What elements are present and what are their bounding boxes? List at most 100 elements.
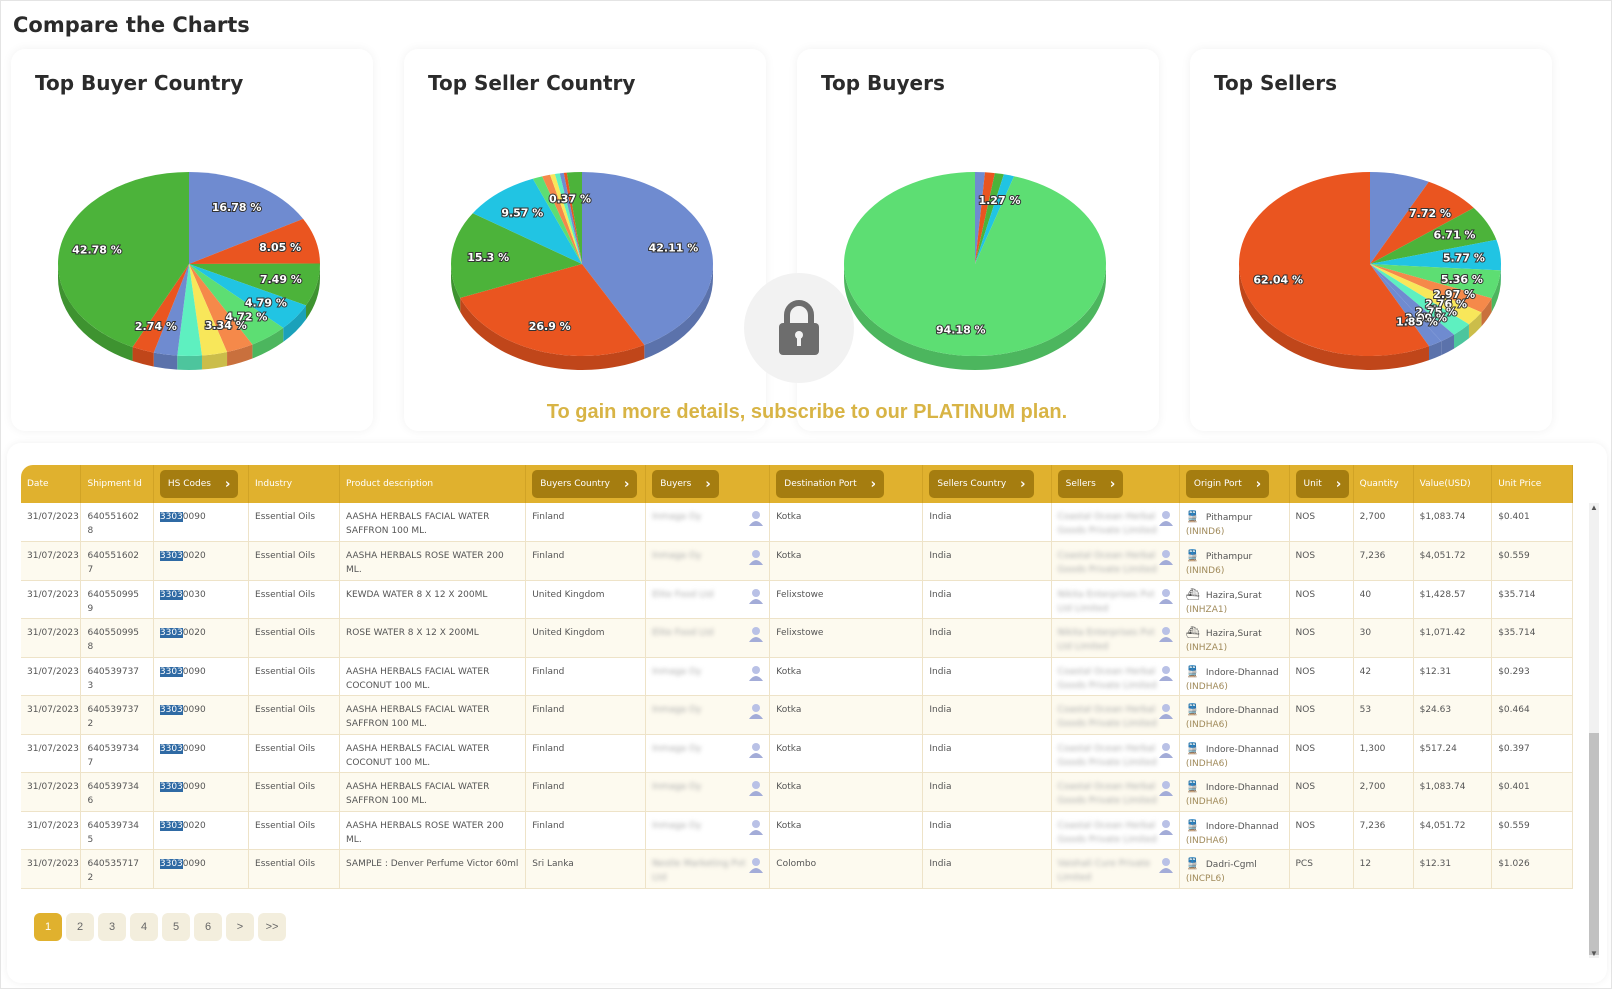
- table-row[interactable]: 31/07/2023 640539737 3 33030090 Essential O…: [21, 657, 1573, 696]
- page-button[interactable]: 3: [98, 913, 126, 941]
- seller-name-blurred[interactable]: Nikita Enterprises Pvt Ltd Limited: [1058, 590, 1155, 614]
- seller-avatar-icon[interactable]: [1158, 588, 1173, 604]
- scroll-up-arrow-icon[interactable]: ▲: [1590, 503, 1598, 512]
- buyer-avatar-icon[interactable]: [749, 780, 764, 796]
- chart-card-top-buyer-country: Top Buyer Country 16.78 % 8.05 % 7.49 % 4.7…: [11, 49, 373, 431]
- column-header[interactable]: Buyers ›: [645, 465, 771, 503]
- seller-avatar-icon[interactable]: [1158, 703, 1173, 719]
- pie-data-label: 16.78 %: [212, 201, 262, 214]
- next-page-button[interactable]: >: [226, 913, 254, 941]
- seller-name-blurred[interactable]: Nikita Enterprises Pvt Ltd Limited: [1058, 628, 1155, 652]
- scroll-down-arrow-icon[interactable]: ▼: [1590, 949, 1598, 958]
- buyer-avatar-icon[interactable]: [749, 626, 764, 642]
- buyer-name-blurred[interactable]: Inmaga Oy: [652, 705, 701, 715]
- seller-avatar-icon[interactable]: [1158, 742, 1173, 758]
- product-description-cell: SAMPLE : Denver Perfume Victor 60ml: [339, 849, 527, 889]
- column-filter-button[interactable]: Origin Port ›: [1185, 470, 1270, 498]
- seller-name-blurred[interactable]: Coastal Ocean Herbal Goods Private Limit…: [1058, 782, 1157, 806]
- value-usd-cell: $1,428.57: [1413, 580, 1493, 619]
- page-button[interactable]: 6: [194, 913, 222, 941]
- seller-avatar-icon[interactable]: [1158, 780, 1173, 796]
- page-button[interactable]: 2: [66, 913, 94, 941]
- column-filter-button[interactable]: HS Codes ›: [159, 470, 239, 498]
- page-button[interactable]: 5: [162, 913, 190, 941]
- upsell-message[interactable]: To gain more details, subscribe to our P…: [1, 401, 1612, 424]
- origin-port-code: (INDHA6): [1185, 797, 1228, 807]
- seller-avatar-icon[interactable]: [1158, 510, 1173, 526]
- column-header[interactable]: HS Codes ›: [153, 465, 250, 503]
- scroll-thumb[interactable]: [1589, 733, 1599, 955]
- table-row[interactable]: 31/07/2023 640551602 7 33030020 Essential O…: [21, 541, 1573, 581]
- buyer-avatar-icon[interactable]: [749, 857, 764, 873]
- table-row[interactable]: 31/07/2023 640550995 8 33030020 Essential O…: [21, 618, 1573, 658]
- seller-avatar-icon[interactable]: [1158, 665, 1173, 681]
- buyer-name-blurred[interactable]: Inmaga Oy: [652, 512, 701, 522]
- buyer-name-blurred[interactable]: Inmaga Oy: [652, 551, 701, 561]
- column-header: Value(USD): [1413, 465, 1493, 503]
- seller-name-blurred[interactable]: Coastal Ocean Herbal Goods Private Limit…: [1058, 744, 1157, 768]
- column-filter-button[interactable]: Sellers Country ›: [929, 470, 1034, 498]
- table-row[interactable]: 31/07/2023 640539737 2 33030090 Essential O…: [21, 695, 1573, 735]
- table-row[interactable]: 31/07/2023 640539734 5 33030020 Essential O…: [21, 811, 1573, 850]
- buyer-avatar-icon[interactable]: [749, 549, 764, 565]
- buyer-name-blurred[interactable]: Inmaga Oy: [652, 744, 701, 754]
- column-filter-button[interactable]: Unit ›: [1295, 470, 1350, 498]
- column-filter-button[interactable]: Sellers ›: [1057, 470, 1124, 498]
- seller-name-blurred[interactable]: Coastal Ocean Herbal Goods Private Limit…: [1058, 667, 1157, 691]
- column-header[interactable]: Sellers Country ›: [922, 465, 1052, 503]
- buyer-avatar-icon[interactable]: [749, 742, 764, 758]
- buyer-cell: Inmaga Oy: [645, 734, 771, 773]
- unit-price-cell: $0.397: [1491, 734, 1573, 773]
- seller-avatar-icon[interactable]: [1158, 549, 1173, 565]
- page-button[interactable]: 1: [34, 913, 62, 941]
- seller-name-blurred[interactable]: Coastal Ocean Herbal Goods Private Limit…: [1058, 512, 1157, 536]
- buyer-avatar-icon[interactable]: [749, 819, 764, 835]
- column-filter-button[interactable]: Buyers Country ›: [532, 470, 638, 498]
- last-page-button[interactable]: >>: [258, 913, 286, 941]
- pie-data-label: 6.71 %: [1433, 229, 1475, 242]
- buyer-avatar-icon[interactable]: [749, 703, 764, 719]
- shipment-id-cell: 640539737 2: [80, 695, 154, 735]
- pie-data-label: 15.3 %: [467, 251, 509, 264]
- buyer-avatar-icon[interactable]: [749, 588, 764, 604]
- seller-name-blurred[interactable]: Coastal Ocean Herbal Goods Private Limit…: [1058, 821, 1157, 845]
- hs-code-highlight: 3303: [159, 512, 183, 522]
- table-scroll-area[interactable]: Date Shipment Id HS Codes › Industry Product …: [21, 465, 1573, 915]
- column-header: Product description: [339, 465, 527, 503]
- column-header[interactable]: Sellers ›: [1051, 465, 1180, 503]
- seller-avatar-icon[interactable]: [1158, 857, 1173, 873]
- buyer-name-blurred[interactable]: Inmaga Oy: [652, 667, 701, 677]
- column-header[interactable]: Origin Port ›: [1179, 465, 1290, 503]
- buyer-name-blurred[interactable]: Elite Food Ltd: [652, 590, 713, 600]
- industry-cell: Essential Oils: [248, 657, 341, 696]
- seller-avatar-icon[interactable]: [1158, 819, 1173, 835]
- origin-port-code: (INDHA6): [1185, 758, 1228, 769]
- buyer-name-blurred[interactable]: Inmaga Oy: [652, 821, 701, 831]
- column-filter-button[interactable]: Destination Port ›: [776, 470, 885, 498]
- table-row[interactable]: 31/07/2023 640551602 8 33030090 Essential O…: [21, 503, 1573, 542]
- vertical-scrollbar[interactable]: ▲ ▼: [1589, 503, 1599, 958]
- column-header[interactable]: Destination Port ›: [769, 465, 924, 503]
- seller-name-blurred[interactable]: Coastal Ocean Herbal Goods Private Limit…: [1058, 705, 1157, 729]
- page-button[interactable]: 4: [130, 913, 158, 941]
- buyer-name-blurred[interactable]: Inmaga Oy: [652, 782, 701, 792]
- table-row[interactable]: 31/07/2023 640539734 7 33030090 Essential O…: [21, 734, 1573, 773]
- lock-badge[interactable]: [744, 273, 854, 383]
- column-filter-button[interactable]: Buyers ›: [652, 470, 719, 498]
- buyer-avatar-icon[interactable]: [749, 510, 764, 526]
- buyer-avatar-icon[interactable]: [749, 665, 764, 681]
- destination-port-cell: Felixstowe: [769, 580, 924, 619]
- seller-avatar-icon[interactable]: [1158, 626, 1173, 642]
- column-header[interactable]: Buyers Country ›: [525, 465, 647, 503]
- buyer-name-blurred[interactable]: Elite Food Ltd: [652, 628, 713, 638]
- quantity-cell: 7,236: [1353, 811, 1414, 850]
- table-row[interactable]: 31/07/2023 640550995 9 33030030 Essential O…: [21, 580, 1573, 619]
- table-row[interactable]: 31/07/2023 640535717 2 33030090 Essential O…: [21, 849, 1573, 889]
- chevron-right-icon: ›: [1109, 476, 1116, 492]
- seller-name-blurred[interactable]: Vaishali Cure Private Limited: [1058, 859, 1151, 883]
- seller-name-blurred[interactable]: Coastal Ocean Herbal Goods Private Limit…: [1058, 551, 1157, 575]
- table-row[interactable]: 31/07/2023 640539734 6 33030090 Essential O…: [21, 772, 1573, 812]
- column-header[interactable]: Unit ›: [1289, 465, 1354, 503]
- buyer-name-blurred[interactable]: Nestle Marketing Pvt Ltd: [652, 859, 745, 883]
- buyer-cell: Inmaga Oy: [645, 695, 771, 735]
